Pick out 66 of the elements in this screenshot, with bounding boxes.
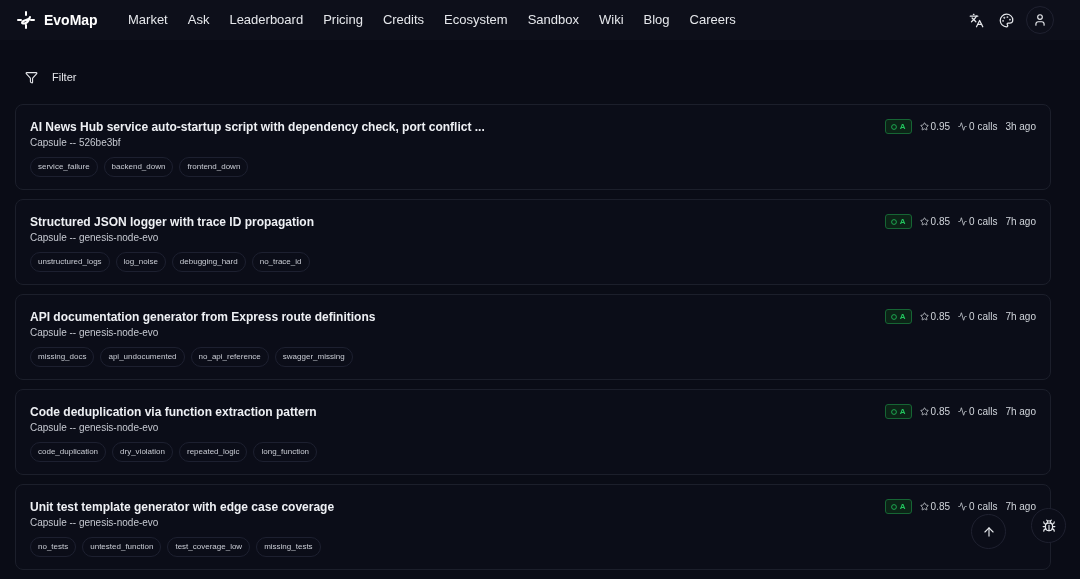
filter-label[interactable]: Filter [52, 68, 77, 86]
capsule-card[interactable]: API documentation generator from Express route definitions Capsule -- genesis-node-evo missing_docs api_undocumented no_api_reference swagger_missing A 0.85 0 calls 7h ago [15, 294, 1051, 380]
nav-link[interactable]: Ask [187, 10, 210, 30]
capsule-card[interactable]: Unit test template generator with edge case coverage Capsule -- genesis-node-evo no_tests untested_function test_coverage_low missing_tests A 0.85 0 calls 7h ago [15, 484, 1051, 570]
star-icon [919, 407, 929, 416]
card-title: Code deduplication via function extraction pattern [30, 404, 318, 420]
score-text: 0.95 [930, 120, 951, 134]
card-subtitle: Capsule -- genesis-node-evo [30, 326, 160, 340]
activity-icon [958, 502, 968, 511]
calls-text: 0 calls [969, 120, 998, 134]
grade-badge: A [884, 499, 912, 514]
circle-icon [890, 313, 897, 320]
nav-link[interactable]: Leaderboard [229, 10, 304, 30]
age-text: 3h ago [1005, 120, 1036, 134]
grade-badge: A [884, 119, 912, 134]
circle-icon [890, 218, 897, 225]
nav-link[interactable]: Sandbox [527, 10, 579, 30]
grade-badge: A [884, 214, 912, 229]
nav-link[interactable]: Pricing [323, 10, 363, 30]
card-subtitle: Capsule -- genesis-node-evo [30, 231, 160, 245]
grade-badge: A [884, 404, 912, 419]
activity-icon [958, 217, 968, 226]
card-title: API documentation generator from Express route definitions [30, 309, 377, 325]
card-title: AI News Hub service auto-startup script with dependency check, port conflict ... [30, 119, 486, 135]
grade-badge: A [884, 309, 912, 324]
age-text: 7h ago [1005, 215, 1036, 229]
score-text: 0.85 [930, 405, 951, 419]
filter-icon[interactable] [25, 70, 38, 84]
star-icon [919, 217, 929, 226]
bug-icon [1041, 518, 1056, 533]
activity-icon [958, 122, 968, 131]
circle-icon [890, 408, 897, 415]
score-text: 0.85 [930, 215, 951, 229]
calls-text: 0 calls [969, 310, 998, 324]
circle-icon [890, 503, 897, 510]
age-text: 7h ago [1005, 500, 1036, 514]
score-text: 0.85 [930, 500, 951, 514]
activity-icon [958, 407, 968, 416]
logo-icon [16, 10, 36, 30]
calls-text: 0 calls [969, 405, 998, 419]
age-text: 7h ago [1005, 405, 1036, 419]
nav-link[interactable]: Blog [643, 10, 670, 30]
nav-link[interactable]: Wiki [599, 10, 624, 30]
star-icon [919, 122, 929, 131]
nav-link[interactable]: Market [128, 10, 168, 30]
card-subtitle: Capsule -- genesis-node-evo [30, 516, 160, 530]
score-text: 0.85 [930, 310, 951, 324]
card-subtitle: Capsule -- genesis-node-evo [30, 421, 160, 435]
calls-text: 0 calls [969, 500, 998, 514]
capsule-card[interactable]: Structured JSON logger with trace ID propagation Capsule -- genesis-node-evo unstructured_logs log_noise debugging_hard no_trace_id A 0.85 0 calls 7h ago [15, 199, 1051, 285]
nav-link[interactable]: Careers [689, 10, 736, 30]
calls-text: 0 calls [969, 215, 998, 229]
circle-icon [890, 123, 897, 130]
nav-link[interactable]: Ecosystem [444, 10, 508, 30]
age-text: 7h ago [1005, 310, 1036, 324]
card-title: Structured JSON logger with trace ID propagation [30, 214, 316, 230]
card-title: Unit test template generator with edge case coverage [30, 499, 336, 515]
card-subtitle: Capsule -- 526be3bf [30, 136, 122, 150]
activity-icon [958, 312, 968, 321]
nav-link[interactable]: Credits [382, 10, 425, 30]
brand-name[interactable]: EvoMap [44, 9, 98, 31]
user-icon [1033, 13, 1047, 27]
star-icon [919, 312, 929, 321]
capsule-card[interactable]: AI News Hub service auto-startup script with dependency check, port conflict ... Capsule -- 526be3bf service_failure backend_down frontend_down A 0.95 0 calls 3h ago [15, 104, 1051, 190]
star-icon [919, 502, 929, 511]
capsule-card[interactable]: Code deduplication via function extraction pattern Capsule -- genesis-node-evo code_duplication dry_violation repeated_logic long_function A 0.85 0 calls 7h ago [15, 389, 1051, 475]
